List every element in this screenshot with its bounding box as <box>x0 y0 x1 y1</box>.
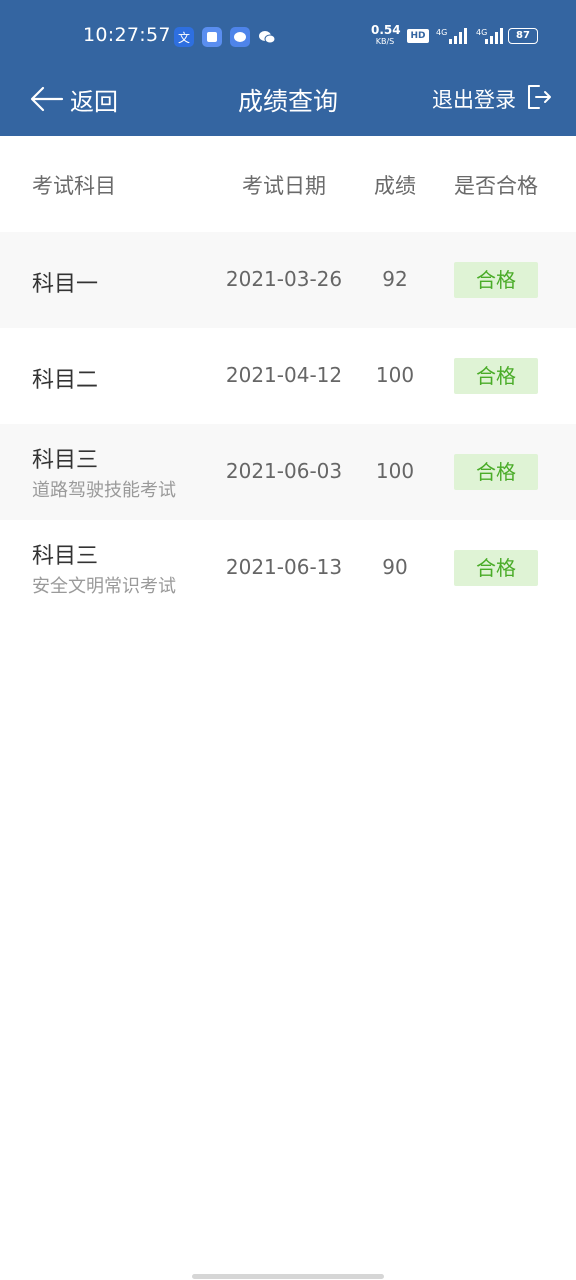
signal-icon: 4G <box>436 27 468 49</box>
back-label: 返回 <box>70 87 118 116</box>
exam-date: 2021-06-13 <box>225 555 343 579</box>
column-header-date: 考试日期 <box>242 174 326 198</box>
subject-name: 科目三 <box>32 544 99 569</box>
pass-badge: 合格 <box>454 262 538 298</box>
exam-score: 100 <box>375 459 415 483</box>
svg-text:4G: 4G <box>436 28 447 37</box>
page-title: 成绩查询 <box>237 87 338 116</box>
table-row[interactable]: 科目二 2021-04-12 100 合格 <box>0 328 576 424</box>
subject-cell: 科目一 <box>32 266 98 298</box>
subject-cell: 科目二 <box>32 362 98 394</box>
exam-date: 2021-03-26 <box>225 267 343 291</box>
home-indicator[interactable] <box>192 1274 384 1279</box>
subject-name: 科目一 <box>32 272 99 297</box>
subject-cell: 科目三 道路驾驶技能考试 <box>32 442 176 502</box>
pass-badge: 合格 <box>454 454 538 490</box>
chat-app-icon <box>230 27 250 47</box>
status-time: 10:27:57 <box>83 24 171 46</box>
app-header: 10:27:57 文 0.54 KB/S HD 4G 4G 87 返回 成绩查询… <box>0 0 576 136</box>
column-header-subject: 考试科目 <box>32 174 116 198</box>
exam-score: 92 <box>382 267 408 291</box>
back-button[interactable]: 返回 <box>30 82 118 116</box>
subject-name: 科目三 <box>32 448 99 473</box>
subject-subtitle: 安全文明常识考试 <box>32 576 176 597</box>
pass-badge: 合格 <box>454 358 538 394</box>
battery-icon: 87 <box>508 28 538 44</box>
logout-label: 退出登录 <box>432 88 516 112</box>
signal-icon: 4G <box>476 27 508 49</box>
exam-score: 100 <box>375 363 415 387</box>
wechat-icon <box>257 27 277 47</box>
subject-cell: 科目三 安全文明常识考试 <box>32 538 176 598</box>
subject-name: 科目二 <box>32 368 99 393</box>
column-header-pass: 是否合格 <box>454 174 538 198</box>
logout-icon <box>526 84 552 114</box>
subject-subtitle: 道路驾驶技能考试 <box>32 480 176 501</box>
exam-date: 2021-04-12 <box>225 363 343 387</box>
network-speed: 0.54 KB/S <box>371 23 401 46</box>
logout-button[interactable]: 退出登录 <box>432 82 552 116</box>
arrow-left-icon <box>30 86 64 112</box>
svg-text:文: 文 <box>178 30 190 45</box>
column-header-score: 成绩 <box>374 174 416 198</box>
svg-text:4G: 4G <box>476 28 487 37</box>
table-row[interactable]: 科目一 2021-03-26 92 合格 <box>0 232 576 328</box>
exam-date: 2021-06-03 <box>225 459 343 483</box>
hd-voice-icon: HD <box>407 29 429 43</box>
table-row[interactable]: 科目三 安全文明常识考试 2021-06-13 90 合格 <box>0 520 576 616</box>
message-app-icon <box>202 27 222 47</box>
translate-app-icon: 文 <box>174 27 194 47</box>
table-header: 考试科目 考试日期 成绩 是否合格 <box>0 136 576 232</box>
status-bar: 10:27:57 文 0.54 KB/S HD 4G 4G 87 <box>0 0 576 70</box>
pass-badge: 合格 <box>454 550 538 586</box>
table-row[interactable]: 科目三 道路驾驶技能考试 2021-06-03 100 合格 <box>0 424 576 520</box>
exam-score: 90 <box>382 555 408 579</box>
